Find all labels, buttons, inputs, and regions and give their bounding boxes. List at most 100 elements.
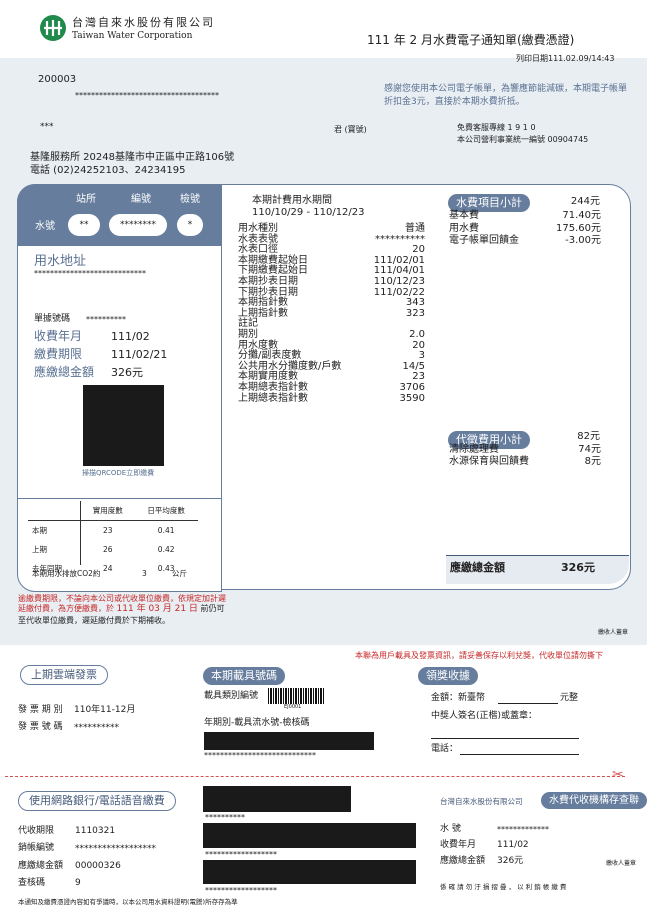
billing-month-label: 收費年月 [34,329,83,343]
stub-ym-label: 收費年月 [440,840,477,850]
prize-amount-line[interactable] [498,703,558,704]
usage-hdr-avg: 日平均度數 [147,506,185,515]
meter-detail-row: 下期抄表日期 111/02/22 [238,287,425,298]
water-item-label: 基本費 [449,210,479,221]
late-warning-pre: 延繳付費，為方便繳費，於 [18,604,114,613]
meter-detail-value: ********** [375,233,425,245]
account-number-box: ******** [109,214,167,236]
account-check-box: * [177,214,203,236]
water-address-value: **************************** [34,269,146,278]
due-date-label: 繳費期限 [34,347,83,361]
hotline: 免費客服專線 1 9 1 0 [457,123,536,132]
grand-total-value: 326元 [561,561,595,574]
payment-barcode-3 [203,860,416,884]
phone-line[interactable] [460,754,579,755]
company-name-en: Taiwan Water Corporation [72,31,193,41]
collect-item-value: 74元 [578,444,601,455]
stub-amt-value: 00000326 [75,861,121,871]
collect-item-value: 8元 [584,456,601,467]
invoice-period-value: 110年11-12月 [74,705,136,715]
usage-row-used: 26 [102,545,113,554]
due-date-value: 111/02/21 [111,348,168,361]
cut-line [5,776,625,777]
meter-detail-value: 20 [412,244,425,256]
meter-detail-row: 用水種別 普通 [238,223,425,234]
online-payment-title: 使用網路銀行/電話語音繳費 [18,791,176,812]
collect-item-row: 水源保育與回饋費 8元 [449,456,601,467]
co2-value: 3 [142,569,147,578]
meter-detail-value: 323 [405,307,425,319]
usage-row-label: 上期 [32,545,47,554]
meter-detail-label: 上期總表指針數 [238,392,308,404]
payment-barcode-3-text: ****************** [205,886,277,895]
meter-detail-row: 註記 [238,318,425,329]
prize-receipt-title: 領獎收據 [418,667,478,686]
late-warning-line2: 延繳付費，為方便繳費，於 111 年 03 月 21 日 前仍可 [18,605,224,614]
meter-detail-row: 本期總表指針數 3706 [238,382,425,393]
stub-acct-value: ****************** [75,844,156,854]
collect-items-total: 82元 [577,431,600,442]
water-item-row: 基本費 71.40元 [449,210,601,221]
qr-code[interactable] [83,385,164,466]
meter-detail-label: 本期實用度數 [238,371,298,383]
collect-items-list: 清除處理費 74元 水源保育與回饋費 8元 [449,444,601,470]
stub-due-value: 1110321 [75,826,116,836]
meter-detail-label: 本期指針數 [238,297,288,309]
payment-barcode-1-text: ********** [205,813,245,822]
meter-detail-row: 用水度數 20 [238,340,425,351]
meter-detail-label: 註記 [238,318,258,330]
billing-month-value: 111/02 [111,330,150,343]
payment-barcode-2-text: ****************** [205,850,277,859]
stub-due-label: 代收期限 [18,826,55,836]
stub-amt-label: 應繳總金額 [18,861,64,871]
meter-detail-row: 本期抄表日期 110/12/23 [238,276,425,287]
meter-detail-label: 本期抄表日期 [238,276,298,287]
meter-detail-label: 用水種別 [238,223,278,234]
billing-period-value: 110/10/29 - 110/12/23 [252,207,365,218]
stub-total-value: 326元 [497,856,524,866]
meter-detail-value: 111/02/22 [373,286,425,298]
collect-item-row: 清除處理費 74元 [449,444,601,455]
stub-check-label: 查核碼 [18,878,46,888]
meter-detail-label: 期別 [238,329,258,340]
meter-detail-label: 用水度數 [238,339,278,351]
meter-detail-row: 水表口徑 20 [238,244,425,255]
late-warning-date: 111 年 03 月 21 日 [116,604,198,614]
prize-amount-unit: 元整 [560,693,579,703]
customer-code: 200003 [38,74,77,85]
meter-detail-value: 343 [405,297,425,309]
meter-detail-label: 水表表號 [238,233,278,245]
company-name-zh: 台灣自來水股份有限公司 [72,16,215,29]
stub-total-label: 應繳總金額 [440,856,486,866]
late-warning-post: 前仍可 [200,604,225,613]
meter-detail-value: 23 [412,371,425,383]
water-items-list: 基本費 71.40元 用水費 175.60元 電子帳單回饋金 -3.00元 [449,210,601,248]
usage-hdr-used: 實用度數 [92,506,123,515]
usage-table-header: 實用度數 日平均度數 [28,501,198,521]
meter-detail-value: 2.0 [409,329,425,340]
meter-detail-value: 111/04/01 [373,265,425,277]
receipt-notice: 本聯為用戶載具及發票資訊，請妥善保存以利兌獎，代收單位請勿撕下 [355,651,603,660]
water-item-value: -3.00元 [565,235,601,246]
water-items-total: 244元 [570,196,600,207]
water-item-value: 71.40元 [562,210,601,221]
table-row: 本期 23 0.41 [28,521,198,541]
stub-wno-label: 水 號 [440,824,461,834]
stub-stamp: 繳收人蓋章 [606,860,637,867]
stub-title: 水費代收機構存查聯 [541,792,647,809]
carrier-masked: **************************** [204,751,316,760]
doc-no-label: 單據號碼 [34,314,71,324]
customer-name: *** [40,122,54,132]
winner-signature-line[interactable] [431,738,579,739]
company-logo-icon [40,15,66,41]
tax-id: 本公司營利事業統一編號 00904745 [457,135,589,144]
meter-detail-label: 分攤/副表度數 [238,350,302,362]
billing-period-label: 本期計費用水期間 [252,195,332,206]
carrier-barcode[interactable] [268,688,324,704]
carrier-type-label: 載具類別編號 [204,691,259,701]
carrier-barcode-redacted [204,732,374,750]
meter-detail-value: 3 [418,350,425,362]
qr-caption: 掃描QRCODE立即繳費 [82,469,155,477]
grand-total-label: 應繳總金額 [450,561,505,574]
co2-unit: 公斤 [172,569,187,578]
